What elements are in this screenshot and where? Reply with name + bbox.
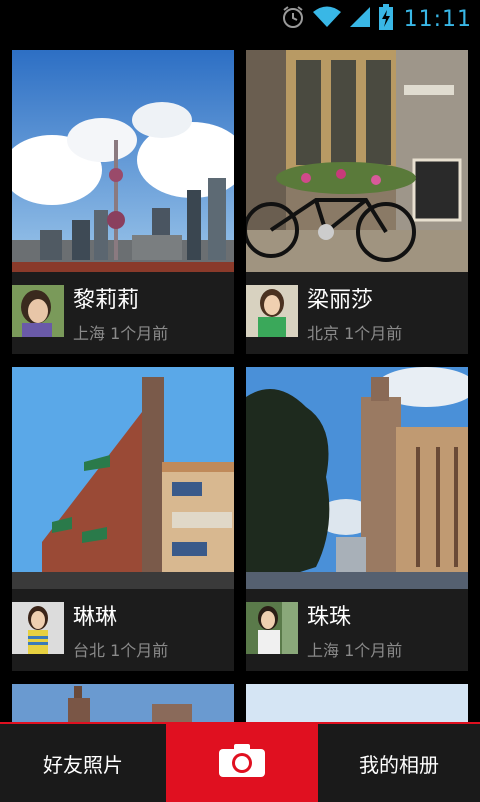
card-info: 梁丽莎 北京 1个月前: [246, 272, 468, 354]
photo-card[interactable]: 梁丽莎 北京 1个月前: [246, 50, 468, 354]
photo-card-partial[interactable]: [12, 684, 234, 722]
card-info: 黎莉莉 上海 1个月前: [12, 272, 234, 354]
card-info: 琳琳 台北 1个月前: [12, 589, 234, 671]
card-info: 珠珠 上海 1个月前: [246, 589, 468, 671]
bottom-tab-bar: 好友照片 我的相册: [0, 722, 480, 802]
camera-button[interactable]: [166, 724, 318, 802]
location-time: 北京 1个月前: [307, 324, 403, 343]
camera-icon: [217, 743, 267, 783]
photo-skyline[interactable]: [12, 50, 234, 272]
user-name[interactable]: 梁丽莎: [307, 282, 373, 314]
status-bar: 11:11: [0, 0, 480, 38]
status-icons: 11:11: [280, 4, 472, 34]
user-name[interactable]: 珠珠: [307, 599, 351, 631]
avatar[interactable]: [246, 285, 298, 337]
avatar[interactable]: [246, 602, 298, 654]
signal-icon: [348, 5, 372, 33]
photo-brick-building[interactable]: [12, 367, 234, 589]
battery-charging-icon: [378, 4, 394, 34]
avatar[interactable]: [12, 602, 64, 654]
photo-card[interactable]: 黎莉莉 上海 1个月前: [12, 50, 234, 354]
location-time: 上海 1个月前: [73, 324, 169, 343]
location-time: 台北 1个月前: [73, 641, 169, 660]
tab-friends-photos[interactable]: 好友照片: [0, 724, 166, 802]
photo-card[interactable]: 珠珠 上海 1个月前: [246, 367, 468, 671]
alarm-icon: [280, 4, 306, 34]
photo-street-building[interactable]: [246, 367, 468, 589]
photo-card-partial[interactable]: [246, 684, 468, 722]
photo-bicycle[interactable]: [246, 50, 468, 272]
user-name[interactable]: 黎莉莉: [73, 282, 139, 314]
wifi-icon: [312, 5, 342, 33]
tab-my-album[interactable]: 我的相册: [318, 724, 480, 802]
user-name[interactable]: 琳琳: [73, 599, 117, 631]
status-time: 11:11: [403, 6, 472, 32]
location-time: 上海 1个月前: [307, 641, 403, 660]
avatar[interactable]: [12, 285, 64, 337]
photo-card[interactable]: 琳琳 台北 1个月前: [12, 367, 234, 671]
photo-feed[interactable]: 黎莉莉 上海 1个月前 梁丽莎 北京 1个月前 琳琳 台北 1个月前 珠珠 上海…: [0, 38, 480, 722]
